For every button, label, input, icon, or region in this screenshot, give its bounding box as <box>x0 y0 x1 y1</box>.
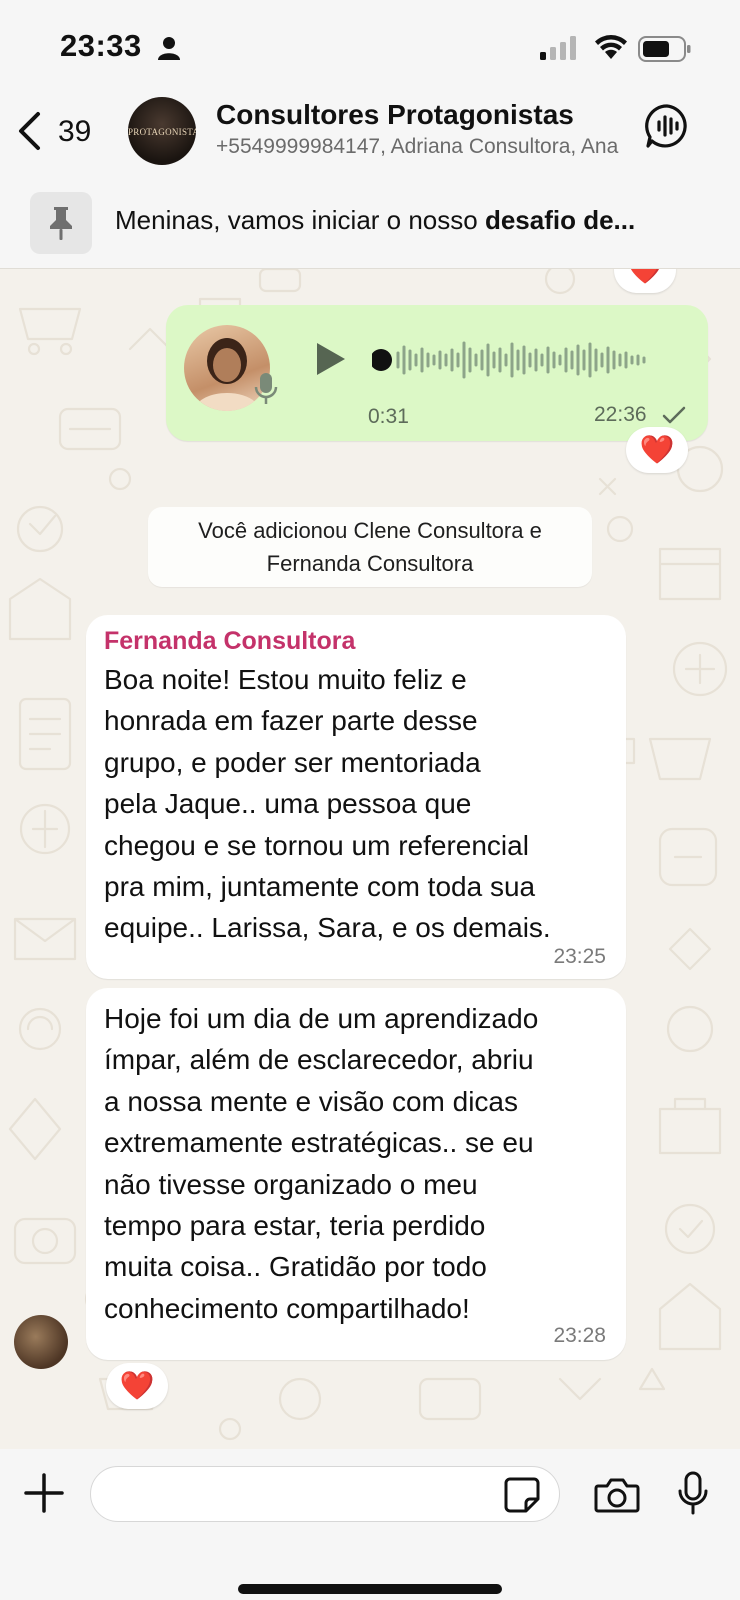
person-icon <box>158 36 180 65</box>
pinned-text-bold: desafio de... <box>484 205 636 235</box>
wifi-icon <box>594 34 628 65</box>
pinned-message-text: Meninas, vamos iniciar o nosso desafio d… <box>115 205 695 236</box>
reaction-heart[interactable]: ❤️ <box>106 1363 168 1409</box>
system-message: Você adicionou Clene Consultora e Fernan… <box>148 507 592 587</box>
unread-count[interactable]: 39 <box>58 115 91 149</box>
voice-duration: 0:31 <box>368 405 409 428</box>
group-avatar-logo: PROTAGONISTAS <box>128 127 196 137</box>
chat-header: 39 PROTAGONISTAS Consultores Protagonist… <box>0 95 740 183</box>
pin-icon-box <box>30 192 92 254</box>
pin-icon <box>50 207 72 240</box>
pinned-text-normal: Meninas, vamos iniciar o nosso <box>115 205 485 235</box>
home-indicator <box>238 1584 502 1594</box>
reaction-heart[interactable]: ❤️ <box>626 427 688 473</box>
microphone-icon[interactable] <box>676 1471 710 1522</box>
group-name[interactable]: Consultores Protagonistas <box>216 99 574 131</box>
chat-area[interactable]: ❤️ 0:31 22:36 ❤️ Você adicionou Clene Co… <box>0 269 740 1449</box>
system-message-line: Fernanda Consultora <box>266 551 474 576</box>
sender-avatar[interactable] <box>14 1315 68 1369</box>
pinned-message-bar[interactable]: Meninas, vamos iniciar o nosso desafio d… <box>0 183 740 269</box>
play-icon[interactable] <box>314 341 348 382</box>
group-members[interactable]: +5549999984147, Adriana Consultora, Ana <box>216 135 626 159</box>
camera-icon[interactable] <box>594 1477 640 1518</box>
message-input[interactable] <box>90 1466 560 1522</box>
voice-waveform[interactable] <box>372 335 662 385</box>
status-time: 23:33 <box>60 28 142 63</box>
sticker-icon[interactable] <box>504 1477 540 1518</box>
plus-icon[interactable] <box>24 1473 64 1518</box>
battery-icon <box>638 36 692 67</box>
call-waveform-icon[interactable] <box>644 103 690 154</box>
outgoing-voice-message[interactable]: 0:31 22:36 <box>166 305 708 441</box>
sender-name[interactable]: Fernanda Consultora <box>104 627 355 656</box>
incoming-message[interactable]: Fernanda Consultora Boa noite! Estou mui… <box>86 615 626 979</box>
message-input-bar <box>0 1449 740 1600</box>
voice-timestamp: 22:36 <box>594 403 647 426</box>
signal-icon <box>540 36 580 65</box>
message-timestamp: 23:25 <box>553 945 606 968</box>
back-chevron-icon[interactable] <box>16 111 42 156</box>
status-bar: 23:33 <box>0 0 740 95</box>
system-message-line: Você adicionou Clene Consultora e <box>198 518 542 543</box>
microphone-badge-icon <box>254 371 278 412</box>
group-avatar[interactable]: PROTAGONISTAS <box>128 97 196 165</box>
incoming-message[interactable]: Hoje foi um dia de um aprendizado ímpar,… <box>86 988 626 1360</box>
message-text: Boa noite! Estou muito feliz e honrada e… <box>104 664 551 944</box>
message-text: Hoje foi um dia de um aprendizado ímpar,… <box>104 1003 539 1324</box>
message-timestamp: 23:28 <box>553 1324 606 1347</box>
